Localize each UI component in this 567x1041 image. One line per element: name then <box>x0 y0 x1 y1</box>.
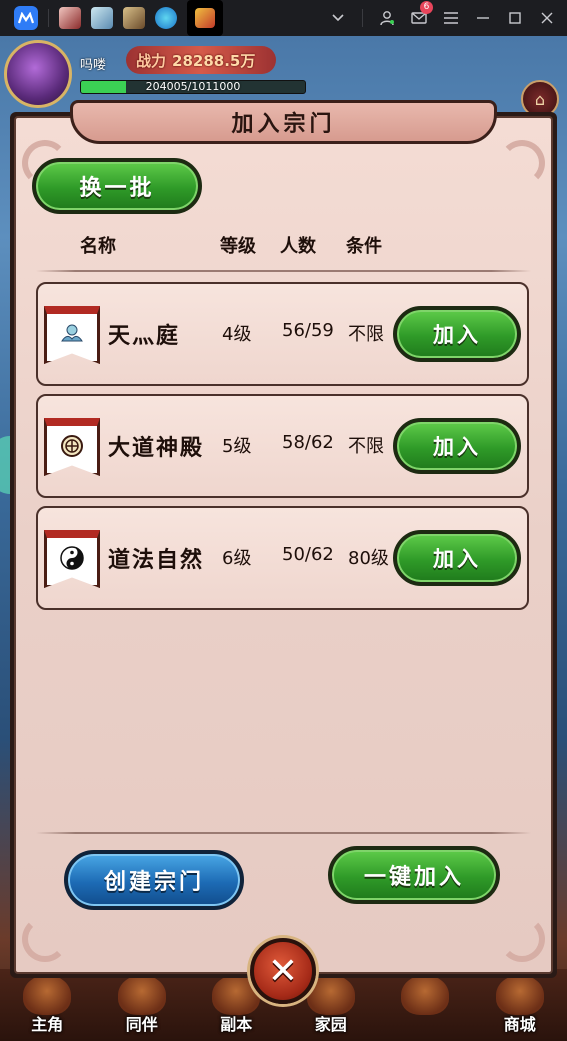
game-tab-icon <box>195 8 215 28</box>
header-divider <box>36 270 531 272</box>
sect-condition: 80级 <box>348 548 389 569</box>
active-game-tab[interactable] <box>187 0 223 36</box>
seal-emblem-icon <box>61 434 83 457</box>
minimize-icon[interactable] <box>467 0 499 36</box>
power-label: 战力 <box>136 51 167 70</box>
sect-name: 道法自然 <box>108 548 205 573</box>
sect-level: 4级 <box>222 324 252 345</box>
corner-ornament <box>22 916 68 962</box>
sect-row: 道法自然 6级 50/62 80级 加入 <box>36 506 529 610</box>
sect-condition: 不限 <box>348 324 384 345</box>
exp-bar: 204005/1011000 <box>80 80 306 94</box>
mail-badge: 6 <box>420 1 433 14</box>
titlebar-separator <box>48 9 49 27</box>
emulator-app-icon[interactable] <box>14 6 38 30</box>
sect-members: 58/62 <box>282 432 334 453</box>
close-window-icon[interactable] <box>531 0 563 36</box>
sect-members: 56/59 <box>282 320 334 341</box>
close-dialog-button[interactable]: ✕ <box>250 938 316 1004</box>
join-button[interactable]: 加入 <box>393 530 521 586</box>
column-header-condition: 条件 <box>346 236 382 257</box>
player-name: 吗喽 <box>80 58 107 73</box>
dialog-title-plaque: 加入宗门 <box>70 100 497 144</box>
menu-icon[interactable] <box>435 0 467 36</box>
sect-row: 天灬庭 4级 56/59 不限 加入 <box>36 282 529 386</box>
corner-ornament <box>499 140 545 186</box>
refresh-button[interactable]: 换一批 <box>32 158 202 214</box>
nav-label: 商城 <box>503 1015 536 1034</box>
nav-label: 同伴 <box>125 1015 158 1034</box>
app-tab-2-icon[interactable] <box>91 7 113 29</box>
sect-name: 天灬庭 <box>108 324 181 349</box>
sect-condition: 不限 <box>348 436 384 457</box>
app-tab-3-icon[interactable] <box>123 7 145 29</box>
mail-icon[interactable]: 6 <box>403 0 435 36</box>
sect-banner <box>44 530 100 588</box>
edge-browser-tab-icon[interactable] <box>155 7 177 29</box>
power-display: 战力 28288.5万 <box>126 46 276 74</box>
nav-label: 家园 <box>314 1015 347 1034</box>
yin-yang-icon <box>60 545 84 570</box>
nav-label: 副本 <box>220 1015 253 1034</box>
chevron-down-icon[interactable] <box>322 0 354 36</box>
dialog-title: 加入宗门 <box>231 112 336 137</box>
join-button[interactable]: 加入 <box>393 306 521 362</box>
footer-divider <box>36 832 531 834</box>
maximize-icon[interactable] <box>499 0 531 36</box>
join-button[interactable]: 加入 <box>393 418 521 474</box>
exp-text: 204005/1011000 <box>145 80 241 93</box>
sect-banner <box>44 418 100 476</box>
power-value: 28288.5万 <box>172 51 256 70</box>
column-header-name: 名称 <box>80 236 116 257</box>
player-avatar[interactable] <box>4 40 72 108</box>
join-sect-dialog: 加入宗门 换一批 名称 等级 人数 条件 天灬庭 4级 56/59 不限 加入 <box>10 100 557 1004</box>
sect-banner <box>44 306 100 364</box>
sect-members: 50/62 <box>282 544 334 565</box>
quick-join-button[interactable]: 一键加入 <box>328 846 500 904</box>
sect-row: 大道神殿 5级 58/62 不限 加入 <box>36 394 529 498</box>
nav-label: 主角 <box>31 1015 64 1034</box>
cloud-emblem-icon <box>61 324 83 342</box>
sect-name: 大道神殿 <box>108 436 205 461</box>
app-tab-1-icon[interactable] <box>59 7 81 29</box>
corner-ornament <box>499 916 545 962</box>
sect-level: 5级 <box>222 436 252 457</box>
column-header-members: 人数 <box>280 236 316 257</box>
account-icon[interactable] <box>371 0 403 36</box>
create-sect-button[interactable]: 创建宗门 <box>64 850 244 910</box>
column-header-level: 等级 <box>220 236 256 257</box>
column-headers: 名称 等级 人数 条件 <box>10 232 557 260</box>
titlebar-separator <box>362 9 363 27</box>
emulator-titlebar: 6 <box>0 0 567 36</box>
sect-level: 6级 <box>222 548 252 569</box>
